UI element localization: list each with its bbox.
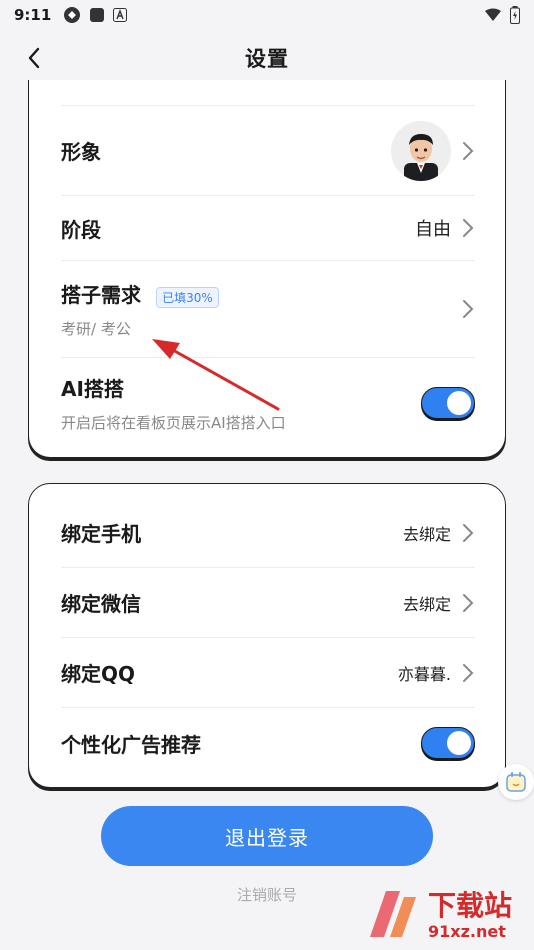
a-notification-icon: [113, 8, 128, 22]
chevron-right-icon: [463, 219, 474, 237]
ai-partner-description: 开启后将在看板页展示AI搭搭入口: [61, 414, 286, 432]
app-notification-icon: [64, 7, 81, 23]
ai-partner-row: AI搭搭 开启后将在看板页展示AI搭搭入口: [61, 358, 475, 448]
back-button[interactable]: [18, 42, 50, 74]
avatar[interactable]: [391, 120, 451, 181]
bind-qq-value: 亦暮暮.: [397, 664, 451, 684]
avatar-character-icon: [404, 133, 438, 181]
bind-wechat-value: 去绑定: [402, 594, 451, 614]
bind-qq-row[interactable]: 绑定QQ 亦暮暮.: [61, 638, 475, 708]
bind-wechat-row[interactable]: 绑定微信 去绑定: [61, 568, 475, 638]
bind-phone-row[interactable]: 绑定手机 去绑定: [61, 498, 475, 568]
partner-needs-row[interactable]: 搭子需求 已填30% 考研/ 考公: [61, 261, 475, 358]
top-divider-row: [61, 80, 475, 106]
profile-settings-card: 形象 阶段 自由 搭子需求 已填30% 考研/ 考公 AI搭搭 开启后将在看板页…: [28, 80, 506, 458]
stage-label: 阶段: [61, 217, 101, 242]
chevron-right-icon: [463, 300, 474, 318]
stage-value: 自由: [415, 219, 451, 240]
floating-assistant-button[interactable]: [498, 764, 534, 800]
watermark-text-small: 91xz.net: [428, 921, 506, 941]
avatar-label: 形象: [61, 140, 101, 164]
personalized-ads-row: 个性化广告推荐: [61, 708, 475, 778]
chevron-right-icon: [463, 141, 474, 160]
site-watermark: 下载站 91xz.net: [360, 880, 534, 950]
chevron-right-icon: [463, 593, 474, 612]
chevron-right-icon: [463, 523, 474, 542]
square-notification-icon: [90, 8, 105, 22]
stage-row[interactable]: 阶段 自由: [61, 196, 475, 261]
partner-needs-summary: 考研/ 考公: [61, 320, 131, 338]
status-bar: 9:11: [0, 0, 534, 30]
chevron-left-icon: [28, 47, 40, 69]
toggle-knob: [447, 391, 471, 415]
watermark-logo-icon: [370, 891, 416, 937]
status-time: 9:11: [14, 6, 52, 24]
logout-button[interactable]: 退出登录: [101, 806, 433, 866]
personalized-ads-label: 个性化广告推荐: [61, 732, 201, 757]
nav-bar: 设置: [0, 36, 534, 80]
ai-partner-toggle[interactable]: [421, 387, 475, 419]
ai-partner-label: AI搭搭: [61, 377, 124, 401]
calendar-face-icon: [506, 772, 526, 792]
wifi-icon: [485, 8, 501, 21]
account-binding-card: 绑定手机 去绑定 绑定微信 去绑定 绑定QQ 亦暮暮. 个性化广告推荐: [28, 483, 506, 788]
completion-badge: 已填30%: [156, 287, 219, 308]
bind-qq-label: 绑定QQ: [61, 662, 136, 686]
bind-phone-label: 绑定手机: [61, 522, 141, 546]
avatar-row[interactable]: 形象: [61, 106, 475, 196]
battery-icon: [510, 6, 520, 24]
partner-needs-label: 搭子需求: [61, 283, 141, 307]
bind-wechat-label: 绑定微信: [61, 592, 141, 616]
personalized-ads-toggle[interactable]: [421, 727, 475, 759]
watermark-text-big: 下载站: [428, 888, 513, 922]
chevron-right-icon: [463, 663, 474, 682]
page-title: 设置: [245, 47, 289, 71]
bind-phone-value: 去绑定: [402, 524, 451, 544]
toggle-knob: [447, 731, 471, 755]
